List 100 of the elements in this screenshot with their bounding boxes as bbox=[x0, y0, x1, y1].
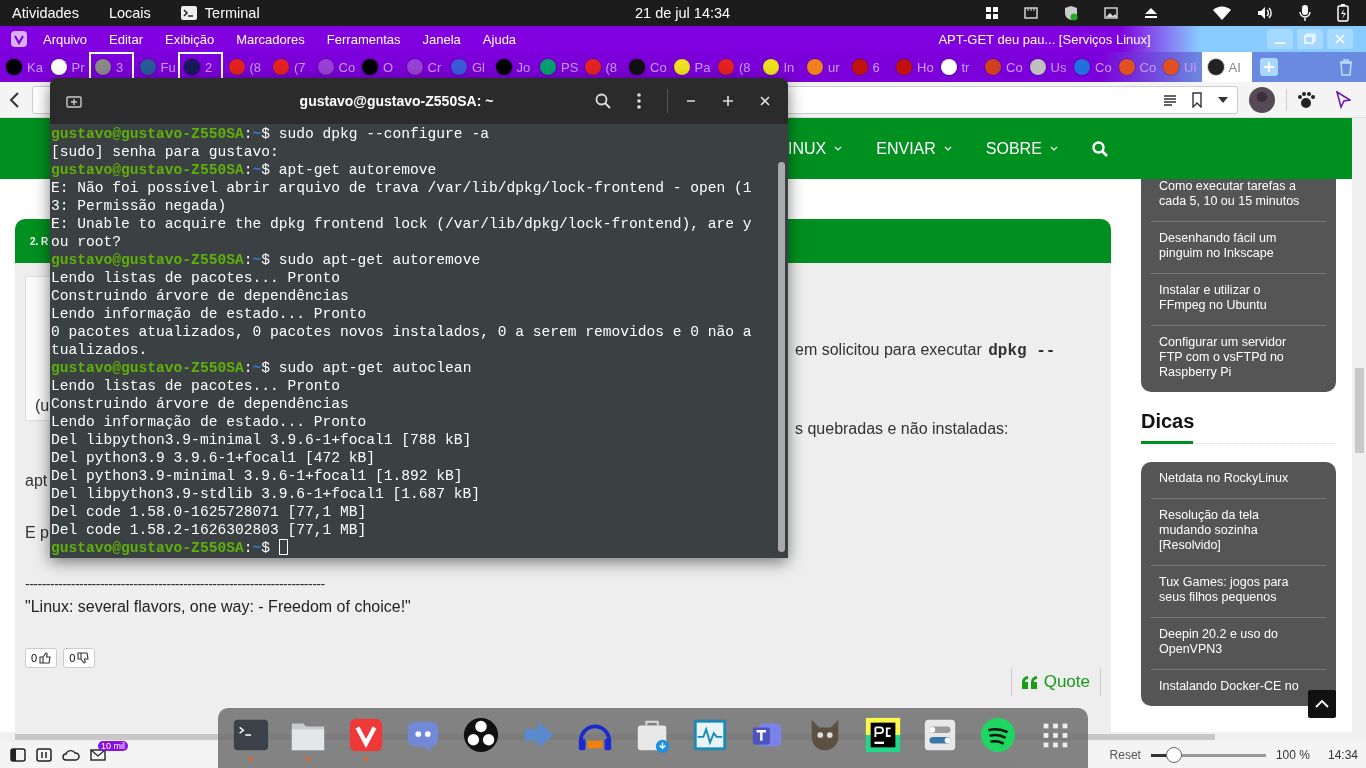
dropdown-caret-icon[interactable] bbox=[1217, 95, 1229, 104]
menu-item[interactable]: Arquivo bbox=[43, 31, 88, 47]
browser-tab[interactable]: Cr bbox=[400, 52, 445, 82]
article-link[interactable]: Desenhando fácil um pinguim no Inkscape bbox=[1151, 222, 1326, 274]
app-menu[interactable]: Terminal bbox=[204, 5, 260, 21]
mail-icon[interactable] bbox=[90, 749, 106, 761]
browser-tab[interactable]: 6 bbox=[845, 52, 890, 82]
record-icon[interactable] bbox=[461, 715, 500, 754]
volume-icon[interactable] bbox=[1257, 6, 1273, 20]
image-icon[interactable] bbox=[1104, 7, 1118, 19]
browser-tab[interactable]: PS bbox=[534, 52, 579, 82]
browser-tab[interactable]: (8 bbox=[578, 52, 623, 82]
article-link[interactable]: Resolução da tela mudando sozinha [Resolvido] bbox=[1151, 499, 1326, 566]
nav-link[interactable]: ENVIAR bbox=[876, 139, 952, 158]
browser-tab[interactable]: Co bbox=[623, 52, 668, 82]
search-icon[interactable] bbox=[595, 93, 611, 109]
kebab-menu-icon[interactable] bbox=[637, 93, 641, 109]
browser-tab[interactable]: (8 bbox=[222, 52, 267, 82]
shield-icon[interactable] bbox=[1064, 5, 1078, 21]
zoom-level: 100 % bbox=[1275, 748, 1310, 762]
panel-icon[interactable] bbox=[10, 748, 26, 762]
menu-item[interactable]: Editar bbox=[109, 31, 144, 47]
signature-text: "Linux: several flavors, one way: - Freedom of choice!" bbox=[25, 598, 412, 616]
slider-thumb[interactable] bbox=[1165, 747, 1182, 763]
article-link[interactable]: Tux Games: jogos para seus filhos pequenos bbox=[1151, 566, 1326, 618]
browser-tab[interactable]: Pa bbox=[667, 52, 712, 82]
browser-tab[interactable]: In bbox=[756, 52, 801, 82]
terminal-prompt-line: gustavo@gustavo-Z550SA:~$ sudo apt-get autoclean bbox=[51, 359, 473, 377]
browser-tab[interactable]: Pr bbox=[44, 52, 89, 82]
browser-tab[interactable]: tr bbox=[934, 52, 979, 82]
unread-badge: 10 mil bbox=[98, 741, 128, 751]
terminal-output-line: Construindo árvore de dependências bbox=[51, 287, 350, 305]
terminal-output-line: Del python3.9-minimal 3.9.6-1+focal1 [1.892 kB] bbox=[51, 467, 464, 485]
tiling-icon[interactable] bbox=[36, 748, 52, 762]
browser-tab[interactable]: Ho bbox=[890, 52, 935, 82]
new-tab-icon[interactable] bbox=[66, 94, 82, 108]
article-link[interactable]: Como executar tarefas a cada 5, 10 ou 15 minutos bbox=[1151, 179, 1326, 222]
article-link[interactable]: Configurar um servidor FTP com o vsFTPd no Raspberry Pi bbox=[1151, 326, 1326, 392]
browser-tab[interactable]: O bbox=[356, 52, 401, 82]
eject-icon[interactable] bbox=[1144, 7, 1158, 19]
memory-card-icon[interactable] bbox=[1024, 7, 1038, 19]
code-editor-icon[interactable] bbox=[863, 715, 902, 754]
menu-item[interactable]: Exibição bbox=[165, 31, 215, 47]
menu-item[interactable]: Ferramentas bbox=[326, 31, 401, 47]
vertical-scrollbar[interactable] bbox=[1352, 118, 1366, 732]
browser-tab[interactable]: Us bbox=[1023, 52, 1068, 82]
grid-icon[interactable] bbox=[986, 7, 998, 19]
article-link[interactable]: Instalando Docker-CE no bbox=[1151, 670, 1326, 706]
window-title: gustavo@gustavo-Z550SA: ~ bbox=[298, 93, 495, 109]
browser-tab[interactable]: (7 bbox=[267, 52, 312, 82]
bookmark-icon[interactable] bbox=[1191, 91, 1203, 108]
menu-item[interactable]: Marcadores bbox=[236, 31, 305, 47]
browser-tab[interactable]: Jo bbox=[489, 52, 534, 82]
browser-tab[interactable]: Co bbox=[1068, 52, 1113, 82]
zoom-reset-button[interactable]: Reset bbox=[1109, 748, 1141, 762]
browser-tab[interactable]: Ul bbox=[1157, 52, 1202, 82]
browser-tab[interactable]: Co bbox=[311, 52, 356, 82]
terminal-output-line: Del code 1.58.0-1625728071 [77,1 MB] bbox=[51, 503, 368, 521]
menu-item[interactable]: Janela bbox=[422, 31, 461, 47]
cursor-icon[interactable] bbox=[1335, 90, 1351, 109]
dislike-button[interactable]: 0 bbox=[63, 648, 96, 668]
quote-button[interactable]: Quote bbox=[1010, 668, 1101, 696]
browser-tab[interactable]: ur bbox=[801, 52, 846, 82]
clock[interactable]: 21 de jul 14:34 bbox=[635, 5, 731, 21]
close-icon[interactable] bbox=[760, 96, 770, 106]
terminal-output-line: [sudo] senha para gustavo: bbox=[51, 143, 280, 161]
browser-tab[interactable]: Ka bbox=[0, 52, 45, 82]
wifi-icon[interactable] bbox=[1213, 6, 1231, 20]
cloud-icon[interactable] bbox=[62, 749, 80, 761]
activities-button[interactable]: Atividades bbox=[12, 5, 79, 21]
music-icon[interactable] bbox=[978, 715, 1017, 754]
browser-tab[interactable]: Fu bbox=[133, 52, 178, 82]
battery-icon[interactable] bbox=[1337, 4, 1349, 22]
browser-tab[interactable]: AI bbox=[1201, 52, 1252, 82]
browser-tab[interactable]: Co bbox=[1112, 52, 1157, 82]
maximize-icon[interactable] bbox=[722, 95, 734, 107]
vivaldi-menu-icon[interactable] bbox=[11, 31, 27, 47]
nav-link[interactable]: INUX bbox=[788, 139, 843, 158]
microphone-icon[interactable] bbox=[1299, 5, 1311, 21]
browser-tab[interactable]: Gl bbox=[445, 52, 490, 82]
scroll-to-top-icon[interactable] bbox=[1308, 690, 1336, 718]
terminal-prompt-line: gustavo@gustavo-Z550SA:~$ bbox=[51, 539, 775, 557]
article-link[interactable]: Instalar e utilizar o FFmpeg no Ubuntu bbox=[1151, 274, 1326, 326]
like-button[interactable]: 0 bbox=[25, 648, 58, 668]
article-link[interactable]: Deepin 20.2 e uso do OpenVPN3 bbox=[1151, 618, 1326, 670]
post-text: s quebradas e não instaladas: bbox=[795, 420, 1010, 438]
nav-link[interactable]: SOBRE bbox=[985, 139, 1058, 158]
browser-tab[interactable]: Co bbox=[979, 52, 1024, 82]
zoom-slider[interactable] bbox=[1150, 747, 1266, 763]
back-icon[interactable] bbox=[8, 90, 22, 109]
article-link[interactable]: Netdata no RockyLinux bbox=[1151, 462, 1326, 499]
terminal-prompt-line: gustavo@gustavo-Z550SA:~$ sudo dpkg --configure -a bbox=[51, 125, 490, 143]
places-menu[interactable]: Locais bbox=[108, 5, 151, 21]
browser-tab[interactable]: (8 bbox=[712, 52, 757, 82]
paw-icon[interactable] bbox=[1297, 90, 1315, 109]
avatar-icon[interactable] bbox=[1248, 85, 1276, 114]
reader-icon[interactable] bbox=[1163, 93, 1177, 106]
section-heading: Dicas bbox=[1141, 410, 1196, 433]
menu-item[interactable]: Ajuda bbox=[482, 31, 517, 47]
terminal-output-line: Del code 1.58.2-1626302803 [77,1 MB] bbox=[51, 521, 368, 539]
